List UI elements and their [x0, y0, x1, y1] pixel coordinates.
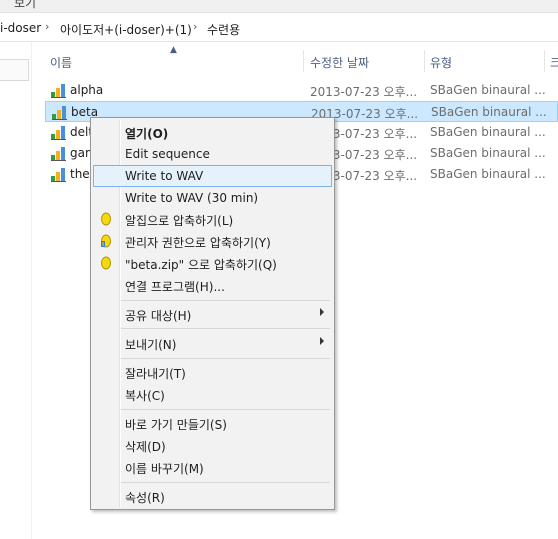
file-row[interactable]: alpha 2013-07-23 오후... SBaGen binaural .…	[45, 80, 558, 101]
address-bar[interactable]: i-doser › 아이도저+(i-doser)+(1) › 수련용	[0, 17, 558, 42]
menu-item-properties[interactable]: 속성(R)	[93, 485, 332, 507]
view-tab[interactable]: 보기	[14, 0, 36, 11]
file-type: SBaGen binaural ...	[430, 125, 546, 139]
menu-separator	[121, 358, 330, 359]
sort-ascending-icon: ▲	[170, 45, 177, 55]
menu-item-label: 관리자 권한으로 압축하기(Y)	[125, 236, 271, 250]
menu-item-edit-sequence[interactable]: Edit sequence	[93, 143, 332, 165]
sbagen-file-icon	[51, 84, 66, 98]
chevron-right-icon[interactable]: ›	[45, 20, 49, 33]
menu-item-label: Edit sequence	[125, 147, 210, 161]
sbagen-file-icon	[51, 168, 66, 182]
submenu-arrow-icon	[320, 308, 324, 316]
sbagen-file-icon	[51, 147, 66, 161]
context-menu: 열기(O) Edit sequence Write to WAV Write t…	[90, 117, 335, 510]
menu-item-label: 복사(C)	[125, 389, 165, 403]
file-type: SBaGen binaural ...	[430, 83, 546, 97]
menu-item-cut[interactable]: 잘라내기(T)	[93, 361, 332, 383]
alzip-admin-icon	[101, 234, 111, 248]
menu-item-label: Write to WAV (30 min)	[125, 191, 259, 205]
menu-item-label: 공유 대상(H)	[125, 309, 192, 323]
menu-separator	[121, 328, 330, 329]
menu-item-rename[interactable]: 이름 바꾸기(M)	[93, 456, 332, 478]
file-date: 2013-07-23 오후...	[310, 85, 418, 99]
alzip-egg-icon	[101, 212, 111, 226]
menu-item-create-shortcut[interactable]: 바로 가기 만들기(S)	[93, 412, 332, 434]
menu-separator	[121, 409, 330, 410]
menu-item-compress-admin[interactable]: 관리자 권한으로 압축하기(Y)	[93, 230, 332, 252]
breadcrumb-item-idoser[interactable]: i-doser	[0, 21, 41, 35]
nav-pane-item[interactable]	[0, 59, 29, 81]
sbagen-file-icon	[51, 126, 66, 140]
chevron-right-icon[interactable]: ›	[193, 20, 197, 33]
menu-item-label: 바로 가기 만들기(S)	[125, 418, 227, 432]
menu-item-write-wav[interactable]: Write to WAV	[93, 165, 332, 187]
navigation-pane	[0, 42, 32, 539]
menu-item-share-with[interactable]: 공유 대상(H)	[93, 303, 332, 325]
menu-item-label: 삭제(D)	[125, 440, 166, 454]
menu-item-label: "beta.zip" 으로 압축하기(Q)	[125, 258, 277, 272]
column-divider[interactable]	[303, 50, 304, 72]
breadcrumb-item-current[interactable]: 수련용	[207, 21, 240, 38]
menu-item-label: 속성(R)	[125, 491, 165, 505]
submenu-arrow-icon	[320, 337, 324, 345]
menu-item-write-wav-30[interactable]: Write to WAV (30 min)	[93, 187, 332, 209]
column-divider[interactable]	[424, 50, 425, 72]
column-modified-header[interactable]: 수정한 날짜	[310, 54, 369, 71]
column-type-header[interactable]: 유형	[430, 54, 452, 71]
column-header: ▲ 이름 수정한 날짜 유형 크	[45, 45, 558, 72]
menu-item-label: 이름 바꾸기(M)	[125, 462, 204, 476]
menu-separator	[121, 300, 330, 301]
menu-item-label: 연결 프로그램(H)...	[125, 280, 225, 294]
menu-item-label: 보내기(N)	[125, 338, 177, 352]
ribbon-strip: 보기	[0, 0, 558, 13]
menu-item-label: 알집으로 압축하기(L)	[125, 214, 234, 228]
menu-item-open[interactable]: 열기(O)	[93, 121, 332, 143]
column-size-header[interactable]: 크	[550, 54, 558, 71]
file-type: SBaGen binaural ...	[430, 167, 546, 181]
menu-item-label: 열기(O)	[125, 127, 169, 141]
alzip-egg-icon	[101, 256, 111, 270]
file-type: SBaGen binaural ...	[431, 105, 547, 119]
file-name: alpha	[70, 83, 104, 97]
menu-item-open-with[interactable]: 연결 프로그램(H)...	[93, 274, 332, 296]
menu-item-delete[interactable]: 삭제(D)	[93, 434, 332, 456]
column-name-header[interactable]: 이름	[50, 54, 72, 71]
breadcrumb-item-folder[interactable]: 아이도저+(i-doser)+(1)	[60, 21, 192, 38]
menu-item-compress-zip[interactable]: "beta.zip" 으로 압축하기(Q)	[93, 252, 332, 274]
menu-item-label: 잘라내기(T)	[125, 367, 186, 381]
sbagen-file-icon	[52, 106, 67, 120]
menu-item-compress-alzip[interactable]: 알집으로 압축하기(L)	[93, 208, 332, 230]
column-divider[interactable]	[544, 50, 545, 72]
menu-item-copy[interactable]: 복사(C)	[93, 383, 332, 405]
menu-separator	[121, 482, 330, 483]
menu-item-send-to[interactable]: 보내기(N)	[93, 332, 332, 354]
menu-item-label: Write to WAV	[125, 169, 204, 183]
file-type: SBaGen binaural ...	[430, 146, 546, 160]
